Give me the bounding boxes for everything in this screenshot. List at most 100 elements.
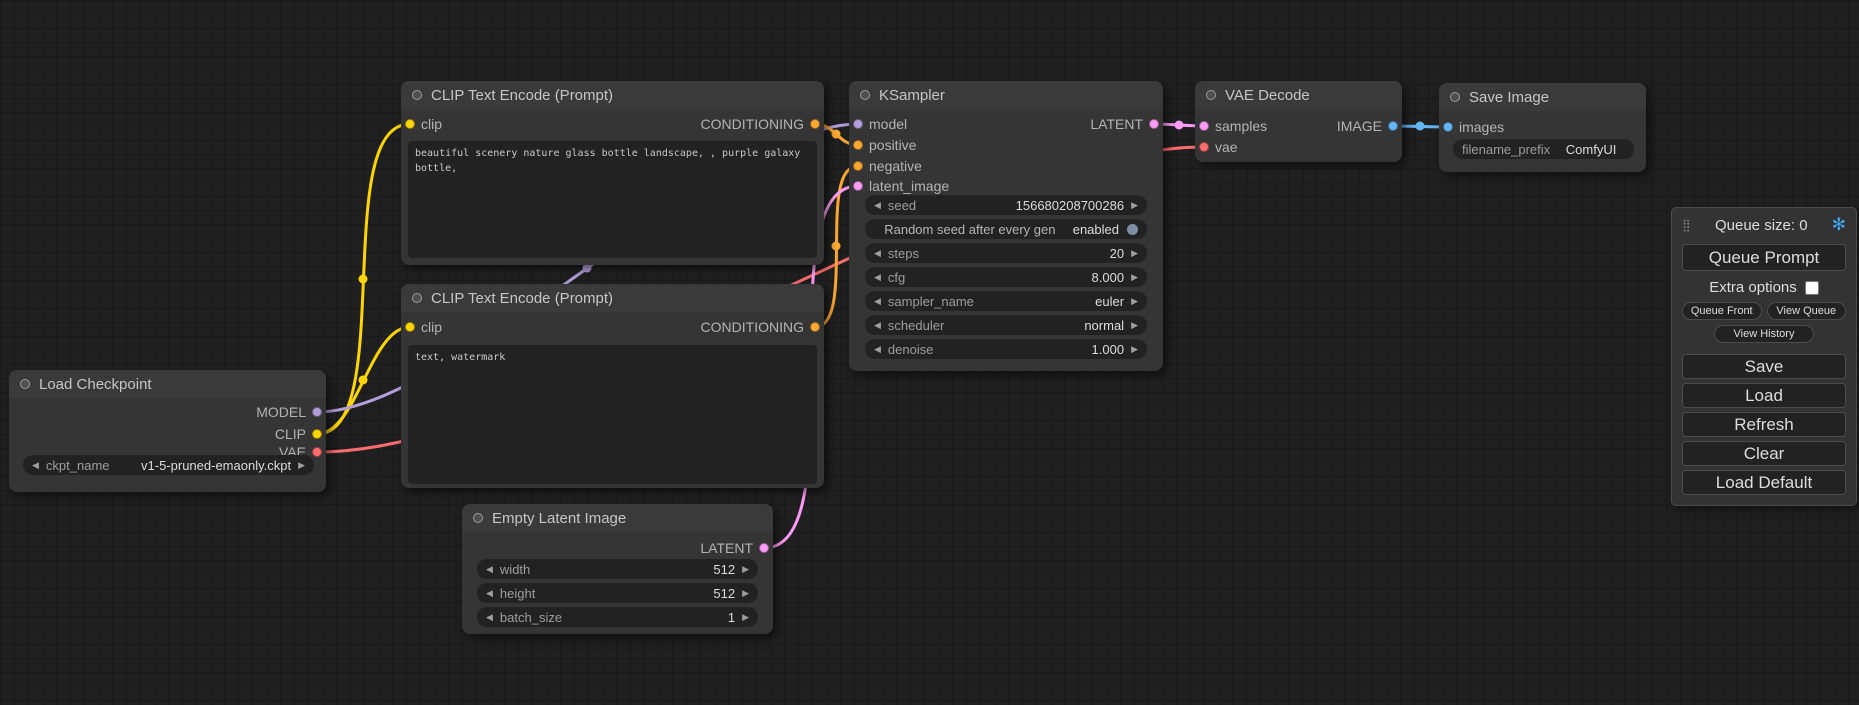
load-button[interactable]: Load bbox=[1682, 383, 1846, 408]
queue-front-button[interactable]: Queue Front bbox=[1682, 302, 1762, 320]
clear-button[interactable]: Clear bbox=[1682, 441, 1846, 466]
prev-arrow-icon[interactable]: ◀ bbox=[874, 315, 881, 335]
node-load-checkpoint[interactable]: Load Checkpoint MODEL CLIP VAE ◀ ckpt_na… bbox=[9, 370, 326, 492]
collapse-dot[interactable] bbox=[1450, 92, 1460, 102]
queue-size-label: Queue size: 0 bbox=[1715, 217, 1808, 234]
node-titlebar[interactable]: VAE Decode bbox=[1195, 81, 1402, 109]
collapse-dot[interactable] bbox=[860, 90, 870, 100]
widget-ckpt-name[interactable]: ◀ ckpt_name v1-5-pruned-emaonly.ckpt ▶ bbox=[23, 455, 314, 475]
node-clip-text-encode-positive[interactable]: CLIP Text Encode (Prompt) clip CONDITION… bbox=[401, 81, 824, 265]
widget-filename-prefix[interactable]: filename_prefix ComfyUI bbox=[1453, 139, 1634, 159]
output-label-model: MODEL bbox=[256, 402, 306, 422]
node-empty-latent-image[interactable]: Empty Latent Image LATENT ◀ width 512 ▶ … bbox=[462, 504, 773, 634]
output-port-conditioning[interactable] bbox=[810, 322, 820, 332]
output-port-clip[interactable] bbox=[312, 429, 322, 439]
node-titlebar[interactable]: KSampler bbox=[849, 81, 1163, 109]
output-label-clip: CLIP bbox=[275, 424, 306, 444]
next-arrow-icon[interactable]: ▶ bbox=[1131, 315, 1138, 335]
settings-gear-icon[interactable]: ✻ bbox=[1832, 215, 1846, 235]
negative-prompt-textarea[interactable]: text, watermark bbox=[408, 345, 817, 484]
input-port-clip[interactable] bbox=[405, 322, 415, 332]
decrement-arrow-icon[interactable]: ◀ bbox=[486, 583, 493, 603]
positive-prompt-textarea[interactable]: beautiful scenery nature glass bottle la… bbox=[408, 141, 817, 258]
slot-row: CLIP bbox=[9, 424, 326, 444]
increment-arrow-icon[interactable]: ▶ bbox=[742, 583, 749, 603]
decrement-arrow-icon[interactable]: ◀ bbox=[486, 607, 493, 627]
next-arrow-icon[interactable]: ▶ bbox=[1131, 291, 1138, 311]
decrement-arrow-icon[interactable]: ◀ bbox=[874, 243, 881, 263]
refresh-button[interactable]: Refresh bbox=[1682, 412, 1846, 437]
node-title: VAE Decode bbox=[1225, 87, 1310, 104]
widget-cfg[interactable]: ◀ cfg 8.000 ▶ bbox=[865, 267, 1147, 287]
output-port-latent[interactable] bbox=[759, 543, 769, 553]
widget-scheduler[interactable]: ◀ scheduler normal ▶ bbox=[865, 315, 1147, 335]
input-port-images[interactable] bbox=[1443, 122, 1453, 132]
widget-label: height bbox=[500, 586, 535, 601]
widget-steps[interactable]: ◀ steps 20 ▶ bbox=[865, 243, 1147, 263]
widget-denoise[interactable]: ◀ denoise 1.000 ▶ bbox=[865, 339, 1147, 359]
input-port-latent-image[interactable] bbox=[853, 181, 863, 191]
collapse-dot[interactable] bbox=[1206, 90, 1216, 100]
widget-label: steps bbox=[888, 246, 919, 261]
input-port-model[interactable] bbox=[853, 119, 863, 129]
node-save-image[interactable]: Save Image images filename_prefix ComfyU… bbox=[1439, 83, 1646, 172]
input-port-positive[interactable] bbox=[853, 140, 863, 150]
input-port-clip[interactable] bbox=[405, 119, 415, 129]
node-vae-decode[interactable]: VAE Decode samples IMAGE vae bbox=[1195, 81, 1402, 162]
input-port-vae[interactable] bbox=[1199, 142, 1209, 152]
widget-value: 512 bbox=[713, 586, 735, 601]
slot-row: vae bbox=[1195, 137, 1402, 157]
increment-arrow-icon[interactable]: ▶ bbox=[742, 559, 749, 579]
output-port-conditioning[interactable] bbox=[810, 119, 820, 129]
decrement-arrow-icon[interactable]: ◀ bbox=[486, 559, 493, 579]
increment-arrow-icon[interactable]: ▶ bbox=[1131, 243, 1138, 263]
widget-batch-size[interactable]: ◀ batch_size 1 ▶ bbox=[477, 607, 758, 627]
node-titlebar[interactable]: Save Image bbox=[1439, 83, 1646, 111]
widget-seed[interactable]: ◀ seed 156680208700286 ▶ bbox=[865, 195, 1147, 215]
next-arrow-icon[interactable]: ▶ bbox=[298, 455, 305, 475]
output-port-latent[interactable] bbox=[1149, 119, 1159, 129]
output-port-vae[interactable] bbox=[312, 447, 322, 457]
node-titlebar[interactable]: Load Checkpoint bbox=[9, 370, 326, 398]
widget-label: scheduler bbox=[888, 318, 944, 333]
widget-sampler-name[interactable]: ◀ sampler_name euler ▶ bbox=[865, 291, 1147, 311]
collapse-dot[interactable] bbox=[20, 379, 30, 389]
toggle-knob[interactable] bbox=[1127, 224, 1138, 235]
slot-row: model LATENT bbox=[849, 114, 1163, 134]
queue-prompt-button[interactable]: Queue Prompt bbox=[1682, 244, 1846, 271]
output-port-model[interactable] bbox=[312, 407, 322, 417]
node-ksampler[interactable]: KSampler model LATENT positive negative … bbox=[849, 81, 1163, 371]
extra-options-checkbox[interactable] bbox=[1805, 281, 1819, 295]
decrement-arrow-icon[interactable]: ◀ bbox=[874, 339, 881, 359]
increment-arrow-icon[interactable]: ▶ bbox=[1131, 339, 1138, 359]
node-titlebar[interactable]: CLIP Text Encode (Prompt) bbox=[401, 284, 824, 312]
increment-arrow-icon[interactable]: ▶ bbox=[1131, 195, 1138, 215]
node-titlebar[interactable]: CLIP Text Encode (Prompt) bbox=[401, 81, 824, 109]
decrement-arrow-icon[interactable]: ◀ bbox=[874, 195, 881, 215]
drag-handle-icon[interactable]: ⣿ bbox=[1682, 218, 1691, 232]
increment-arrow-icon[interactable]: ▶ bbox=[1131, 267, 1138, 287]
node-title: CLIP Text Encode (Prompt) bbox=[431, 290, 613, 307]
widget-height[interactable]: ◀ height 512 ▶ bbox=[477, 583, 758, 603]
view-history-button[interactable]: View History bbox=[1714, 325, 1814, 343]
node-titlebar[interactable]: Empty Latent Image bbox=[462, 504, 773, 532]
load-default-button[interactable]: Load Default bbox=[1682, 470, 1846, 495]
output-label-latent: LATENT bbox=[1090, 114, 1143, 134]
widget-control-after-generate[interactable]: Random seed after every gen enabled bbox=[865, 219, 1147, 239]
widget-width[interactable]: ◀ width 512 ▶ bbox=[477, 559, 758, 579]
widget-value: 8.000 bbox=[1092, 270, 1125, 285]
increment-arrow-icon[interactable]: ▶ bbox=[742, 607, 749, 627]
menu-header: ⣿ Queue size: 0 ✻ bbox=[1682, 212, 1846, 238]
collapse-dot[interactable] bbox=[412, 293, 422, 303]
prev-arrow-icon[interactable]: ◀ bbox=[32, 455, 39, 475]
prev-arrow-icon[interactable]: ◀ bbox=[874, 291, 881, 311]
output-port-image[interactable] bbox=[1388, 121, 1398, 131]
input-port-samples[interactable] bbox=[1199, 121, 1209, 131]
view-queue-button[interactable]: View Queue bbox=[1767, 302, 1847, 320]
decrement-arrow-icon[interactable]: ◀ bbox=[874, 267, 881, 287]
collapse-dot[interactable] bbox=[473, 513, 483, 523]
save-button[interactable]: Save bbox=[1682, 354, 1846, 379]
node-clip-text-encode-negative[interactable]: CLIP Text Encode (Prompt) clip CONDITION… bbox=[401, 284, 824, 488]
collapse-dot[interactable] bbox=[412, 90, 422, 100]
input-port-negative[interactable] bbox=[853, 161, 863, 171]
